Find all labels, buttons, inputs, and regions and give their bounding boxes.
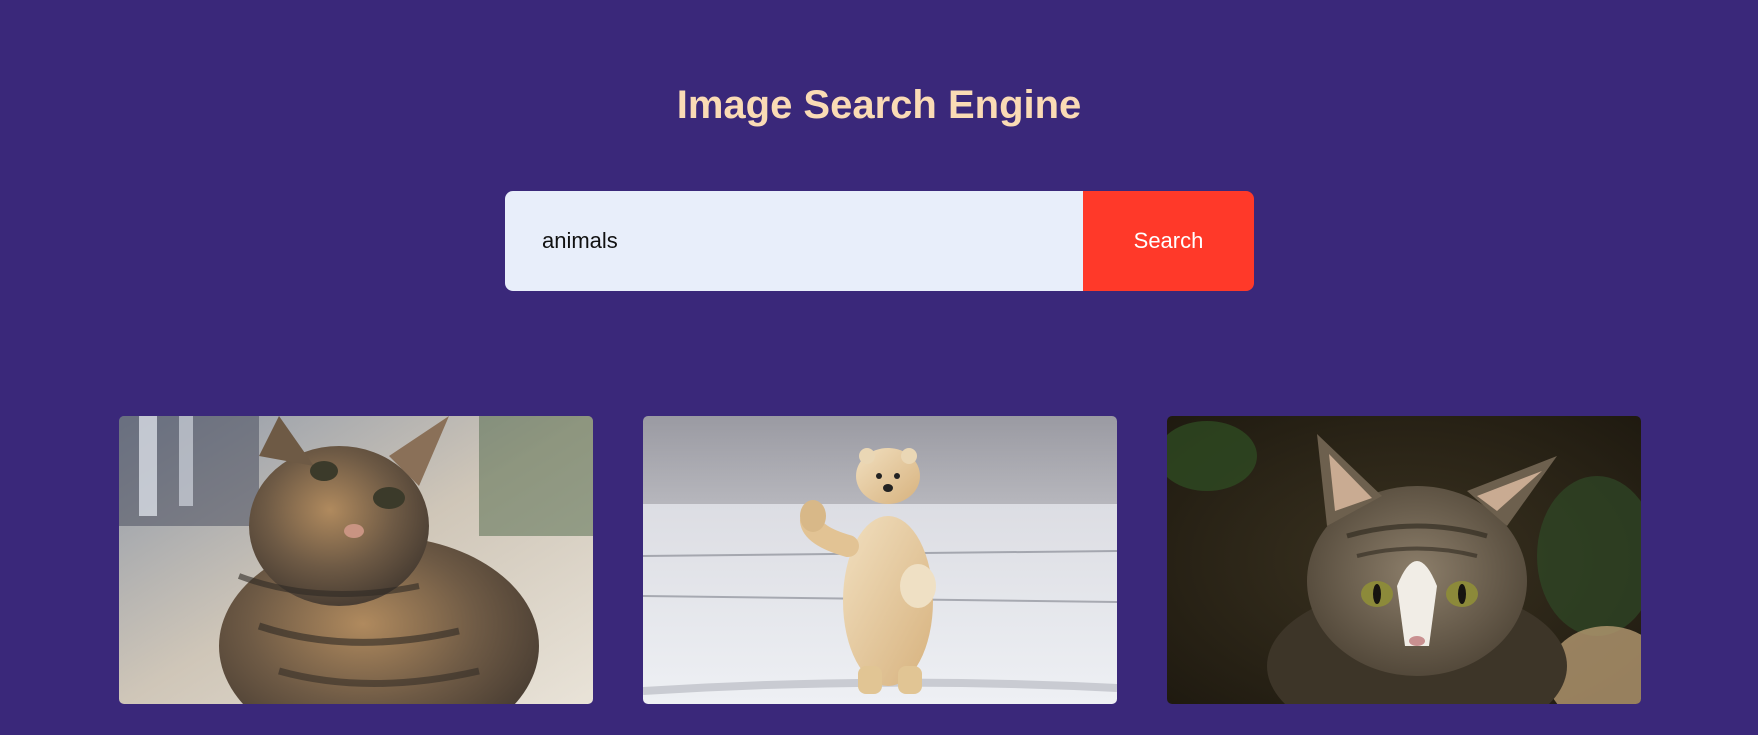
- result-image-cat[interactable]: [1167, 416, 1641, 704]
- result-image-polar-bear[interactable]: [643, 416, 1117, 704]
- polar-bear-image: [643, 416, 1117, 704]
- search-button[interactable]: Search: [1083, 191, 1254, 291]
- search-results: [119, 416, 1641, 704]
- result-image-kitten[interactable]: [119, 416, 593, 704]
- kitten-image: [119, 416, 593, 704]
- search-input[interactable]: [505, 191, 1083, 291]
- cat-image: [1167, 416, 1641, 704]
- page-title: Image Search Engine: [676, 83, 1082, 127]
- search-form: Search: [505, 191, 1254, 291]
